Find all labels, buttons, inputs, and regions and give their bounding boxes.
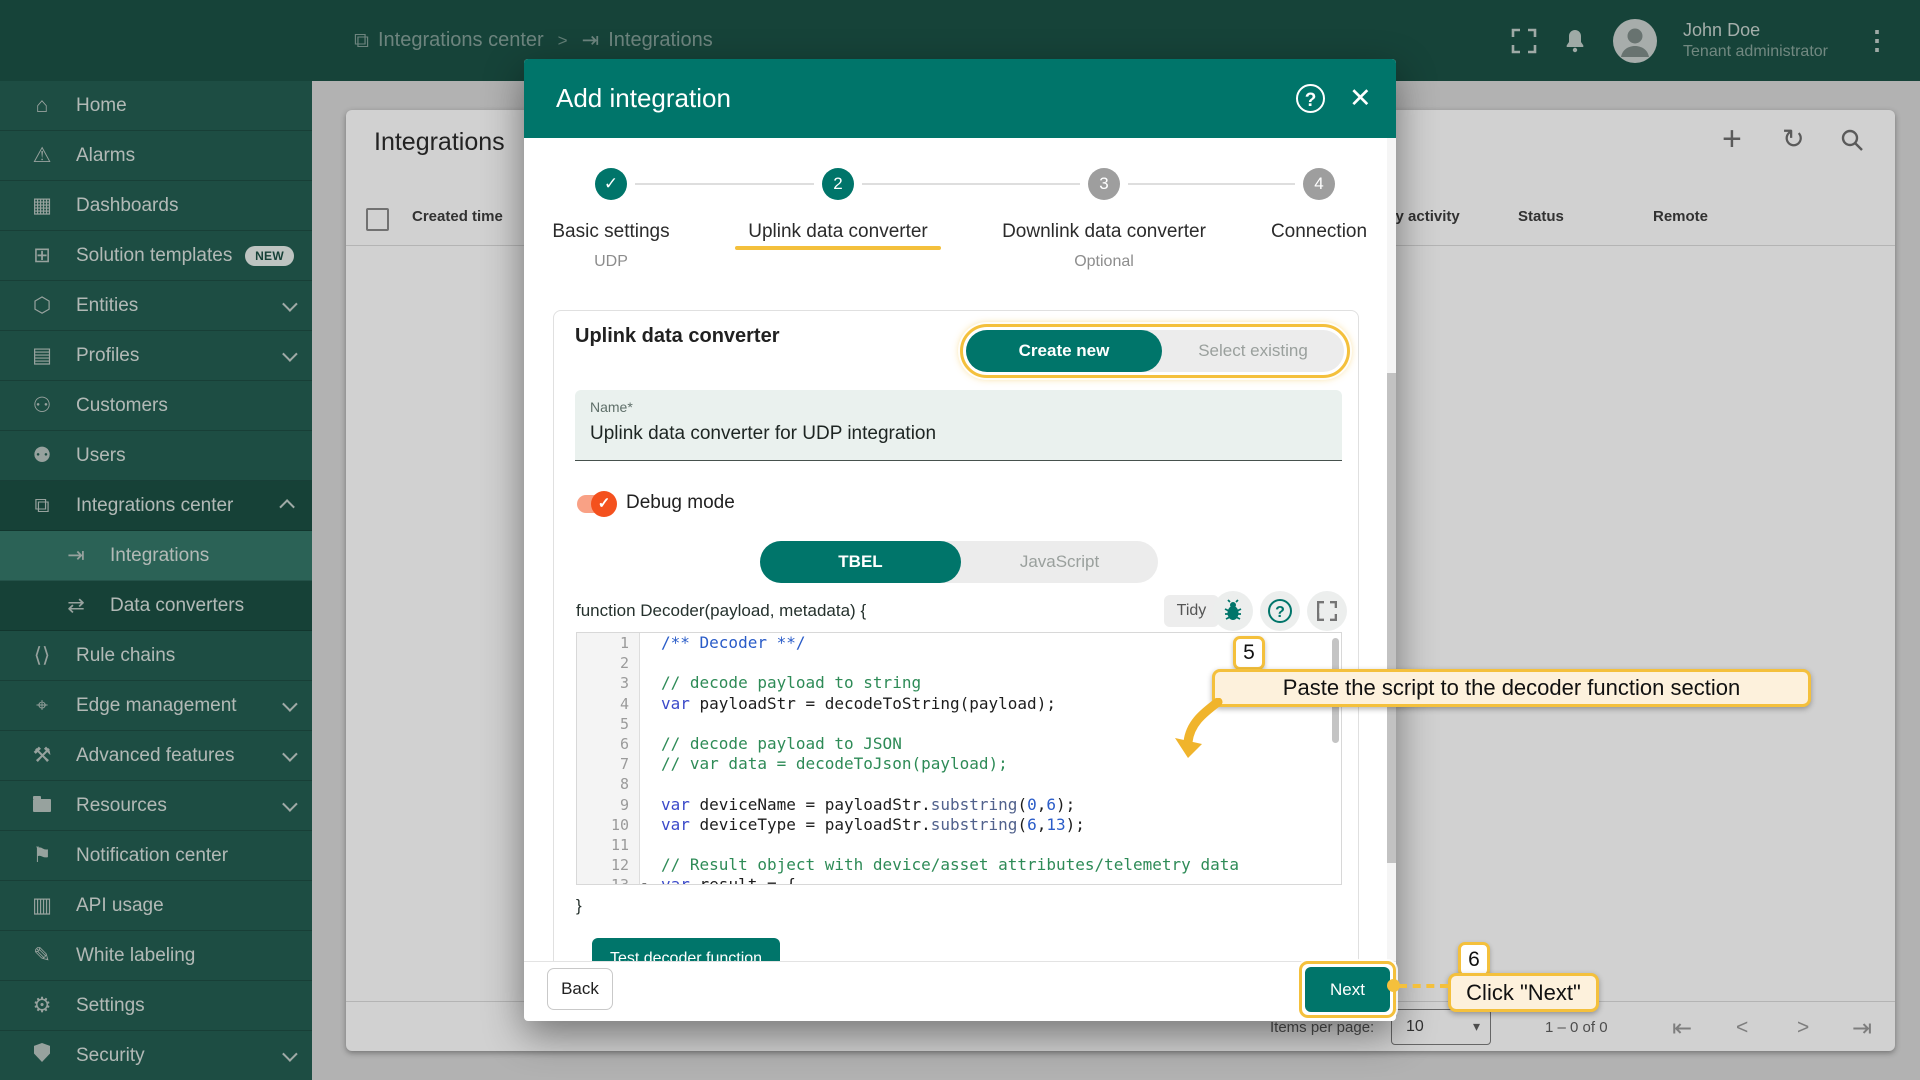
step-3-label: Downlink data converter — [1002, 221, 1206, 242]
closing-brace: } — [576, 896, 582, 915]
line-number: 13 — [577, 875, 639, 884]
step-1-sublabel: UDP — [594, 253, 628, 270]
step-2-label: Uplink data converter — [748, 221, 928, 242]
dialog-scrollbar[interactable] — [1387, 138, 1396, 961]
tab-javascript[interactable]: JavaScript — [961, 541, 1158, 583]
annotation-step-5-badge: 5 — [1233, 636, 1265, 670]
step-3-sublabel: Optional — [1074, 253, 1134, 270]
code-line: 11 — [577, 835, 1341, 855]
fold-arrow-icon[interactable]: ▾ — [641, 875, 648, 884]
annotation-arrow-icon — [1175, 698, 1223, 758]
step-1-indicator[interactable]: ✓ — [595, 168, 627, 200]
code-line: 10 var deviceType = payloadStr.substring(… — [577, 815, 1341, 835]
annotation-step-6-text: Click "Next" — [1448, 973, 1599, 1012]
converter-mode-toggle: Create new Select existing — [960, 324, 1350, 378]
code-line: 8 — [577, 774, 1341, 794]
step-connector — [1128, 183, 1295, 185]
tidy-button[interactable]: Tidy — [1164, 595, 1219, 627]
line-number: 11 — [610, 835, 629, 854]
add-integration-dialog: Add integration ? ✕ ✓ Basic settings UDP 2 U… — [524, 59, 1396, 1021]
editor-fullscreen-icon[interactable] — [1307, 591, 1347, 631]
annotation-step-6-badge: 6 — [1458, 942, 1490, 977]
step-connector — [862, 183, 1080, 185]
dialog-footer: Back Next — [524, 961, 1396, 1021]
annotation-connector-line — [1399, 984, 1448, 988]
debug-mode-toggle[interactable]: ✓ — [577, 491, 617, 517]
line-number: 4 — [619, 694, 629, 713]
create-new-toggle[interactable]: Create new — [966, 330, 1162, 372]
code-line: 1/** Decoder **/ — [577, 633, 1341, 653]
toggle-check-icon: ✓ — [591, 491, 617, 517]
section-heading: Uplink data converter — [575, 325, 780, 347]
name-field[interactable]: Name* Uplink data converter for UDP inte… — [575, 390, 1342, 461]
line-number: 3 — [619, 674, 629, 693]
code-line: 12// Result object with device/asset att… — [577, 855, 1341, 875]
step-connector — [635, 183, 814, 185]
code-line: 13▾var result = { — [577, 875, 1341, 884]
line-number: 6 — [619, 734, 629, 753]
line-number: 2 — [619, 654, 629, 673]
dialog-title: Add integration — [556, 83, 731, 113]
script-help-icon[interactable]: ? — [1260, 591, 1300, 631]
active-step-highlight — [735, 246, 941, 250]
tab-tbel[interactable]: TBEL — [760, 541, 961, 583]
step-1-label: Basic settings — [552, 221, 670, 242]
line-number: 12 — [610, 856, 629, 875]
debug-mode-label: Debug mode — [626, 492, 735, 513]
step-4-indicator[interactable]: 4 — [1303, 168, 1335, 200]
decoder-function-signature: function Decoder(payload, metadata) { — [576, 601, 867, 620]
line-number: 5 — [619, 714, 629, 733]
step-3-indicator[interactable]: 3 — [1088, 168, 1120, 200]
debug-bug-icon[interactable] — [1213, 591, 1253, 631]
line-number: 1 — [619, 634, 629, 652]
select-existing-toggle[interactable]: Select existing — [1162, 330, 1344, 372]
line-number: 7 — [619, 755, 629, 774]
line-number: 10 — [610, 815, 629, 834]
name-field-label: Name* — [590, 399, 633, 415]
step-2-indicator[interactable]: 2 — [822, 168, 854, 200]
dialog-header: Add integration ? ✕ — [524, 59, 1396, 138]
line-number: 9 — [619, 795, 629, 814]
help-icon[interactable]: ? — [1296, 84, 1325, 113]
code-line: 9 var deviceName = payloadStr.substring(0… — [577, 795, 1341, 815]
name-field-value: Uplink data converter for UDP integratio… — [590, 423, 937, 444]
annotation-step-5-text: Paste the script to the decoder function… — [1212, 669, 1811, 707]
screen: ⧉ Integrations center > ⇥ Integrations John … — [0, 0, 1920, 1080]
close-icon[interactable]: ✕ — [1349, 83, 1372, 114]
back-button[interactable]: Back — [547, 968, 613, 1010]
step-4-label: Connection — [1270, 221, 1368, 242]
line-number: 8 — [619, 775, 629, 794]
script-language-toggle: TBEL JavaScript — [760, 541, 1158, 583]
next-button[interactable]: Next — [1305, 967, 1390, 1012]
